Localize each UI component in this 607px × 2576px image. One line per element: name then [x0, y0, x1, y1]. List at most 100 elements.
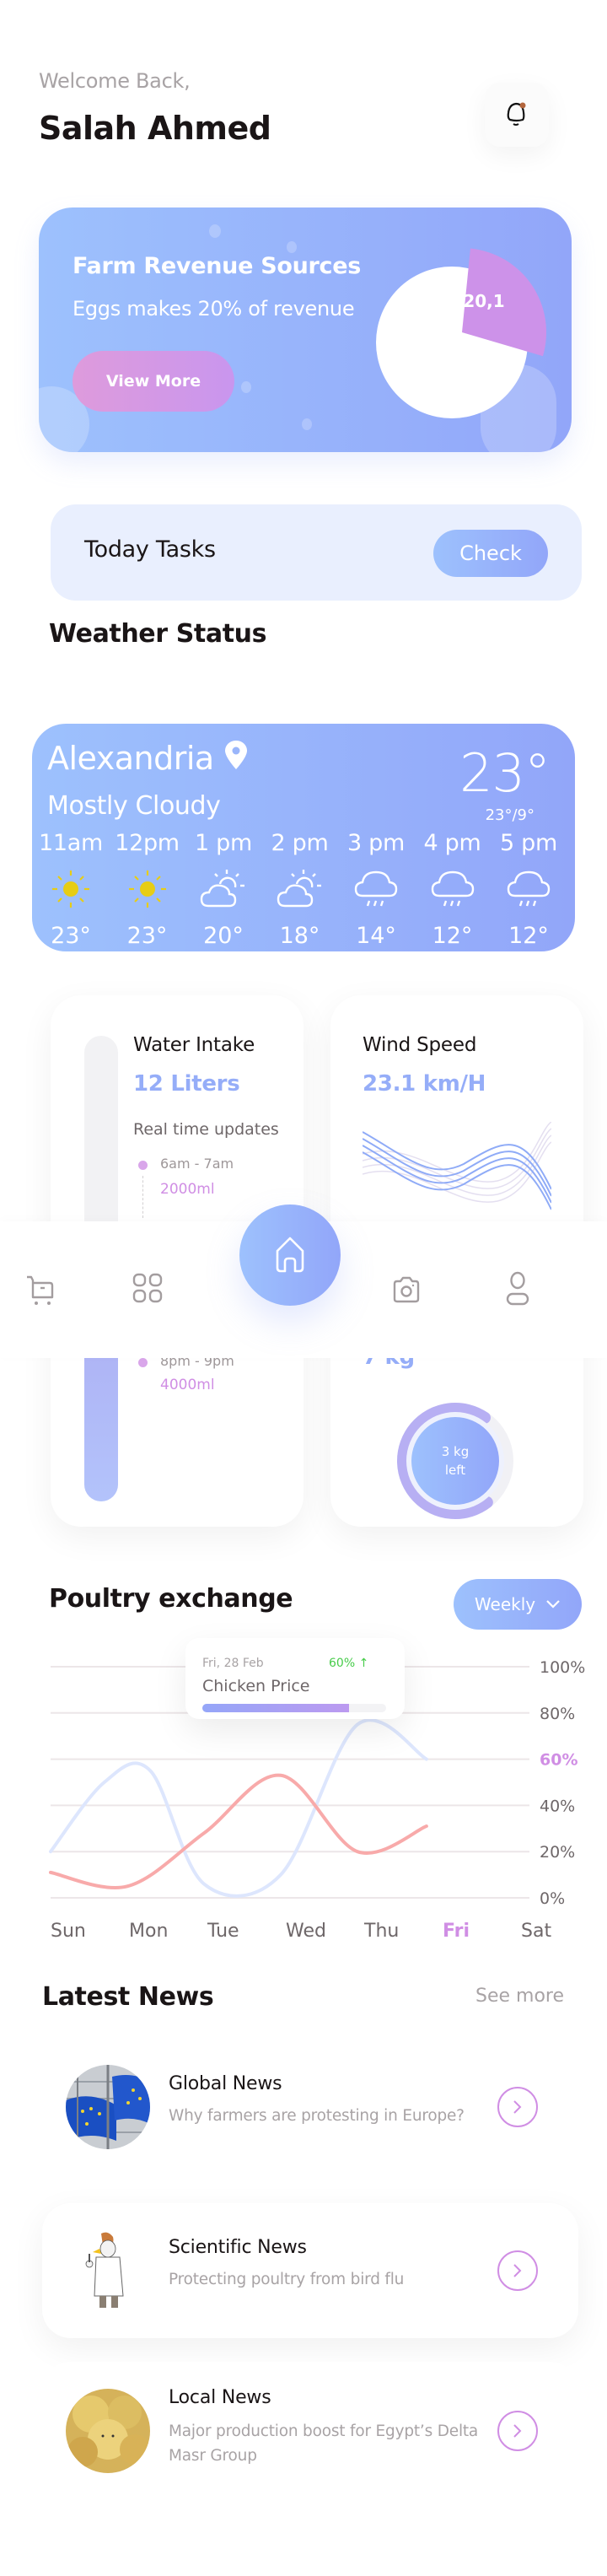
nav-profile-button[interactable]: [494, 1265, 541, 1312]
see-more-link[interactable]: See more: [475, 1986, 564, 2007]
chart-tooltip: Fri, 28 Feb 60% ↑ Chicken Price: [185, 1638, 405, 1719]
revenue-subtitle: Eggs makes 20% of revenue: [73, 297, 355, 321]
partly-cloudy-icon: [188, 864, 259, 914]
news-item[interactable]: Local News Major production boost for Eg…: [42, 2362, 578, 2497]
news-item[interactable]: Scientific News Protecting poultry from …: [42, 2203, 578, 2338]
news-description: Protecting poultry from bird flu: [169, 2271, 405, 2288]
hour-time: 12pm: [115, 830, 180, 856]
wind-title: Wind Speed: [363, 1034, 477, 1056]
news-title: Global News: [169, 2073, 282, 2094]
timeline-amount: 4000ml: [160, 1377, 215, 1393]
x-tick-label: Thu: [363, 1921, 399, 1940]
hour-forecast: 2 pm 18°: [265, 830, 336, 949]
y-tick-label: 80%: [540, 1705, 575, 1723]
current-temperature: 23°: [459, 742, 551, 804]
revenue-title: Farm Revenue Sources: [73, 253, 362, 279]
nav-camera-button[interactable]: [383, 1267, 430, 1314]
tooltip-progress-track: [202, 1704, 386, 1712]
wind-value: 23.1 km/H: [363, 1071, 486, 1097]
rain-icon: [341, 864, 411, 914]
news-section-title: Latest News: [42, 1982, 214, 2012]
y-tick-label: 40%: [540, 1797, 575, 1815]
nav-dashboard-button[interactable]: [125, 1265, 172, 1312]
hour-temp: 23°: [51, 923, 91, 949]
revenue-pie-chart: 20,1: [376, 248, 546, 418]
tooltip-change: 60% ↑: [329, 1657, 369, 1670]
notifications-button[interactable]: [485, 83, 549, 147]
hour-forecast: 5 pm 12°: [493, 830, 564, 949]
today-tasks-card: Today Tasks Check: [51, 504, 582, 601]
pie-slice-label: 20,1: [463, 291, 504, 311]
news-title: Local News: [169, 2387, 271, 2408]
hour-forecast: 1 pm 20°: [188, 830, 259, 949]
home-icon: [276, 1237, 304, 1273]
hour-time: 2 pm: [271, 830, 329, 856]
poultry-section-title: Poultry exchange: [49, 1584, 293, 1614]
gauge-remaining-label: left: [444, 1463, 466, 1478]
tooltip-progress-fill: [202, 1704, 350, 1712]
y-tick-label: 20%: [540, 1843, 575, 1862]
y-tick-label: 100%: [540, 1658, 585, 1677]
news-title: Scientific News: [169, 2237, 307, 2258]
welcome-text: Welcome Back,: [39, 69, 191, 93]
rain-icon: [493, 864, 564, 914]
x-tick-label: Mon: [129, 1921, 168, 1940]
decor-dot: [302, 418, 312, 430]
x-tick-label: Sat: [521, 1921, 551, 1940]
weather-condition: Mostly Cloudy: [47, 791, 221, 821]
x-tick-label: Tue: [207, 1921, 239, 1940]
view-more-button[interactable]: View More: [73, 351, 234, 412]
user-name: Salah Ahmed: [39, 110, 271, 147]
grid-icon: [132, 1273, 163, 1303]
bell-icon: [507, 102, 526, 126]
hour-forecast: 11am 23°: [35, 830, 106, 949]
water-value: 12 Liters: [133, 1071, 240, 1097]
sun-icon: [35, 864, 106, 914]
gauge-remaining: 3 kg: [441, 1444, 470, 1459]
unread-dot: [519, 102, 526, 109]
timeline-dot: [138, 1161, 148, 1170]
cart-icon: [27, 1275, 54, 1305]
temperature-range: 23°/9°: [485, 806, 534, 824]
chevron-right-icon: [513, 2100, 522, 2114]
weather-city: Alexandria: [47, 739, 249, 777]
hour-temp: 12°: [432, 923, 473, 949]
hour-temp: 20°: [203, 923, 244, 949]
camera-icon: [393, 1276, 420, 1303]
weather-card: Alexandria Mostly Cloudy 23° 23°/9° 11am…: [32, 724, 575, 951]
timeline-range: 6am - 7am: [160, 1156, 234, 1172]
gauge-center: 3 kg left: [411, 1417, 499, 1505]
today-tasks-label: Today Tasks: [84, 536, 216, 563]
x-tick-label: Sun: [51, 1921, 86, 1940]
hour-forecast: 4 pm 12°: [417, 830, 488, 949]
news-item[interactable]: Global News Why farmers are protesting i…: [42, 2038, 578, 2173]
tooltip-title: Chicken Price: [202, 1677, 310, 1695]
water-updates-label: Real time updates: [133, 1120, 279, 1139]
news-open-button[interactable]: [497, 2087, 538, 2127]
check-tasks-button[interactable]: Check: [433, 530, 548, 577]
y-tick-label: 0%: [540, 1889, 565, 1908]
period-dropdown-label: Weekly: [474, 1594, 536, 1614]
map-pin-icon: [225, 741, 248, 769]
hour-forecast: 3 pm 14°: [341, 830, 411, 949]
x-tick-label: Fri: [443, 1921, 470, 1940]
hour-time: 5 pm: [499, 830, 557, 856]
nav-home-button[interactable]: [239, 1204, 341, 1306]
chicks-image: [66, 2389, 150, 2473]
hour-temp: 18°: [279, 923, 320, 949]
weather-section-title: Weather Status: [49, 619, 267, 649]
chevron-right-icon: [513, 2424, 522, 2438]
hour-temp: 14°: [356, 923, 396, 949]
news-description: Why farmers are protesting in Europe?: [169, 2107, 465, 2125]
timeline-dot: [138, 1358, 148, 1367]
water-level-fill: [84, 1339, 118, 1501]
news-open-button[interactable]: [497, 2411, 538, 2451]
revenue-card: Farm Revenue Sources Eggs makes 20% of r…: [39, 207, 572, 452]
hour-temp: 23°: [126, 923, 168, 949]
nav-cart-button[interactable]: [19, 1269, 66, 1316]
news-open-button[interactable]: [497, 2250, 538, 2291]
decor-dot: [241, 381, 251, 393]
x-tick-label: Wed: [286, 1921, 326, 1940]
period-dropdown[interactable]: Weekly: [454, 1579, 582, 1630]
chevron-down-icon: [546, 1600, 560, 1609]
